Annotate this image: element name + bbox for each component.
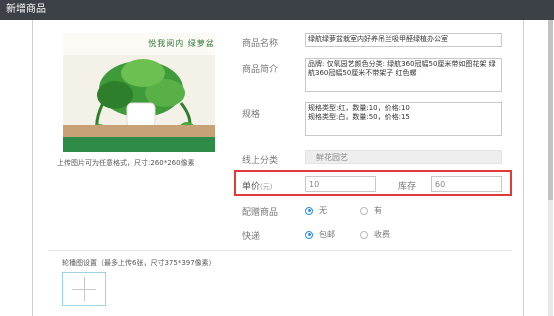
radio-checked-icon[interactable] [305,230,313,239]
radio-unchecked-icon[interactable] [360,230,368,239]
add-carousel-image-button[interactable] [62,272,106,306]
delivery-label: 快递 [242,232,261,242]
gift-option-none[interactable]: 无 [305,205,327,216]
delivery-option-free[interactable]: 包邮 [305,229,335,240]
scrollbar-thumb[interactable] [548,20,553,200]
upload-hint: 上传图片可为任意格式，尺寸:260*260像素 [57,159,195,167]
gift-label: 配赠商品 [242,208,279,218]
gift-option-yes[interactable]: 有 [360,205,382,216]
product-image[interactable]: 悦我阅内 绿萝盆栽 [63,33,215,152]
window-title: 新增商品 [6,4,46,15]
window-title-bar: 新增商品 [0,0,554,20]
radio-unchecked-icon[interactable] [360,206,368,215]
spec-textarea[interactable]: 规格类型:红，数量:10，价格:10 规格类型:白，数量:50，价格:15 [305,102,502,136]
radio-checked-icon[interactable] [305,206,313,215]
category-field: 鲜花园艺 [305,150,502,164]
product-name-input[interactable]: 绿航绿萝盆栽室内好养吊兰吸甲醛绿植办公室 [305,33,502,47]
delivery-option-paid[interactable]: 收费 [360,229,390,240]
product-intro-label: 商品简介 [242,65,279,75]
product-name-label: 商品名称 [242,39,279,49]
price-stock-highlight [234,170,512,196]
section-divider [48,250,512,251]
scrollbar[interactable] [548,20,553,316]
carousel-settings-label: 轮播图设置（最多上传6张，尺寸375*397像素） [62,259,216,267]
product-intro-textarea[interactable]: 品牌: 仅氧园艺颜色分类: 绿航360冠幅50厘米带如图花架 绿航360冠幅50… [305,58,502,92]
spec-label: 规格 [242,110,261,120]
category-label: 线上分类 [242,156,279,166]
